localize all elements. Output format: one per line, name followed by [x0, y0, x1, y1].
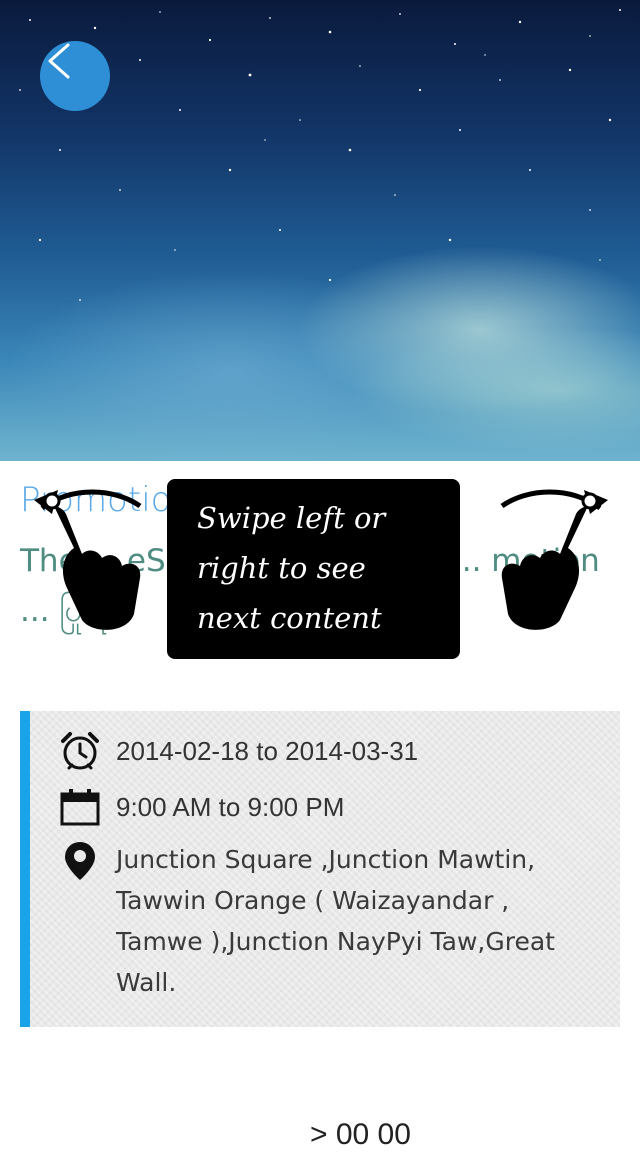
- swipe-hint-line-3: next content: [197, 601, 382, 635]
- promotion-details-card: 2014-02-18 to 2014-03-31 9:00 AM to 9:00…: [20, 711, 620, 1027]
- chevron-left-icon: [48, 43, 70, 79]
- hero-image: [0, 0, 640, 461]
- alarm-clock-icon: [58, 729, 102, 773]
- swipe-right-hand-icon: [490, 478, 620, 642]
- address-row: Junction Square ,Junction Mawtin, Tawwin…: [58, 839, 566, 1003]
- address-list: Junction Square ,Junction Mawtin, Tawwin…: [116, 845, 555, 997]
- swipe-left-hand-icon: [22, 478, 152, 642]
- calendar-icon: [58, 785, 102, 829]
- time-row: 9:00 AM to 9:00 PM: [58, 785, 344, 829]
- swipe-hint-line-2: right to see: [197, 551, 366, 585]
- map-pin-icon: [58, 839, 102, 883]
- swipe-hint-line-1: Swipe left or: [197, 501, 386, 535]
- back-button[interactable]: [40, 41, 110, 111]
- date-range: 2014-02-18 to 2014-03-31: [116, 736, 419, 766]
- date-row: 2014-02-18 to 2014-03-31: [58, 729, 418, 773]
- next-content-peek: > 00 00: [310, 1118, 411, 1151]
- swipe-hint-overlay[interactable]: Swipe left or right to see next content: [167, 479, 460, 659]
- time-range: 9:00 AM to 9:00 PM: [116, 792, 345, 822]
